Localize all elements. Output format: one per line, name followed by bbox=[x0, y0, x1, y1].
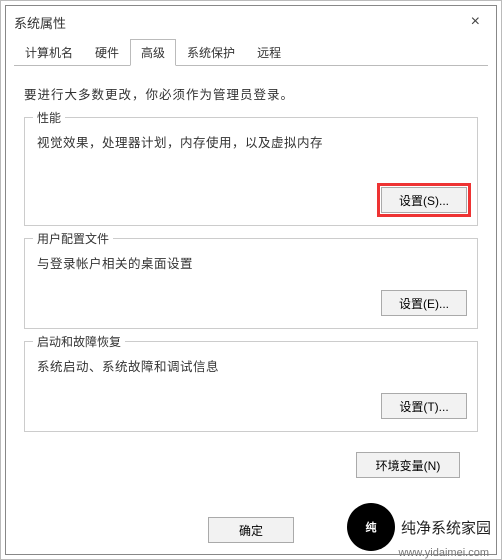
environment-variables-button[interactable]: 环境变量(N) bbox=[356, 452, 460, 478]
user-profile-settings-button[interactable]: 设置(E)... bbox=[381, 290, 467, 316]
tab-computer-name[interactable]: 计算机名 bbox=[14, 39, 84, 66]
group-user-profile: 用户配置文件 与登录帐户相关的桌面设置 设置(E)... bbox=[24, 238, 478, 329]
title-bar: 系统属性 × bbox=[6, 6, 496, 38]
tab-advanced[interactable]: 高级 bbox=[130, 39, 176, 66]
startup-recovery-settings-button[interactable]: 设置(T)... bbox=[381, 393, 467, 419]
group-performance: 性能 视觉效果，处理器计划，内存使用，以及虚拟内存 设置(S)... bbox=[24, 117, 478, 226]
tab-strip: 计算机名 硬件 高级 系统保护 远程 bbox=[14, 38, 488, 66]
group-startup-recovery-desc: 系统启动、系统故障和调试信息 bbox=[37, 356, 467, 375]
group-user-profile-desc: 与登录帐户相关的桌面设置 bbox=[37, 253, 467, 272]
ok-button[interactable]: 确定 bbox=[208, 517, 294, 543]
tab-hardware[interactable]: 硬件 bbox=[84, 39, 130, 66]
group-performance-legend: 性能 bbox=[33, 109, 65, 126]
tab-remote[interactable]: 远程 bbox=[246, 39, 292, 66]
group-user-profile-legend: 用户配置文件 bbox=[33, 230, 113, 247]
performance-settings-button[interactable]: 设置(S)... bbox=[381, 187, 467, 213]
tab-panel-advanced: 要进行大多数更改，你必须作为管理员登录。 性能 视觉效果，处理器计划，内存使用，… bbox=[6, 66, 496, 490]
window-title: 系统属性 bbox=[14, 13, 463, 32]
group-startup-recovery-legend: 启动和故障恢复 bbox=[33, 333, 125, 350]
close-icon[interactable]: × bbox=[463, 13, 488, 31]
group-performance-desc: 视觉效果，处理器计划，内存使用，以及虚拟内存 bbox=[37, 132, 467, 151]
group-startup-recovery: 启动和故障恢复 系统启动、系统故障和调试信息 设置(T)... bbox=[24, 341, 478, 432]
admin-required-text: 要进行大多数更改，你必须作为管理员登录。 bbox=[24, 84, 478, 103]
dialog-window: 系统属性 × 计算机名 硬件 高级 系统保护 远程 要进行大多数更改，你必须作为… bbox=[5, 5, 497, 555]
tab-system-protection[interactable]: 系统保护 bbox=[176, 39, 246, 66]
watermark-url: www.yidaimei.com bbox=[399, 547, 489, 559]
